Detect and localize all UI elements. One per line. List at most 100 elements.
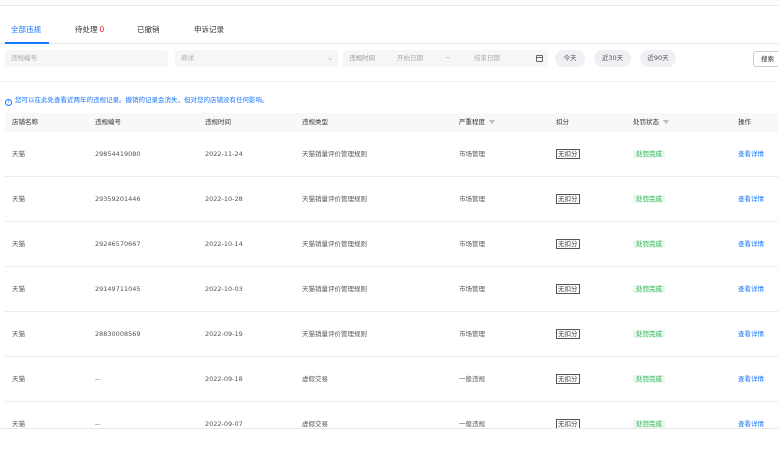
table-row: 天猫 29854419080 2022-11-24 天猫销量评价管理规则 市场管… (5, 132, 778, 177)
filter-divider (0, 81, 778, 82)
cell-severity: 市场管理 (459, 150, 485, 158)
calendar-icon (536, 55, 543, 62)
column-header-action: 操作 (738, 118, 751, 126)
table-row: 天猫 29359201446 2022-10-28 天猫销量评价管理规则 市场管… (5, 177, 778, 222)
time-range-label: 违规时间 (349, 54, 375, 62)
quick-90-days-button[interactable]: 近90天 (640, 50, 676, 67)
filter-bar: 违规编号 商详 ⌄ 违规时间 开始日期 ~ 结束日期 今天 近30天 近90天 … (0, 50, 778, 70)
view-details-link[interactable]: 查看详情 (738, 149, 764, 160)
table-row: 天猫 29246570667 2022-10-14 天猫销量评价管理规则 市场管… (5, 222, 778, 267)
quick-today-button[interactable]: 今天 (555, 50, 585, 67)
tab-label: 全部违规 (11, 25, 41, 34)
cell-violation-time: 2022-09-07 (205, 420, 243, 428)
cell-shop: 天猫 (12, 285, 25, 293)
cell-violation-time: 2022-09-18 (205, 375, 243, 383)
violation-table-body: 天猫 29854419080 2022-11-24 天猫销量评价管理规则 市场管… (5, 132, 778, 428)
top-divider (0, 5, 778, 6)
search-button[interactable]: 搜索 (753, 51, 778, 67)
cell-shop: 天猫 (12, 330, 25, 338)
chevron-down-icon: ⌄ (327, 54, 333, 62)
status-badge: 处罚完成 (633, 150, 665, 158)
column-header-points: 扣分 (556, 118, 569, 126)
points-tag: 无扣分 (556, 194, 580, 204)
view-details-link[interactable]: 查看详情 (738, 194, 764, 205)
violation-type-select[interactable]: 商详 ⌄ (175, 50, 338, 67)
cell-shop: 天猫 (12, 195, 25, 203)
cell-violation-type: 虚假交易 (302, 420, 328, 428)
column-header-violation-type: 违规类型 (302, 118, 328, 126)
view-details-link[interactable]: 查看详情 (738, 419, 764, 428)
active-tab-indicator (5, 42, 49, 44)
table-header: 店铺名称 违规编号 违规时间 违规类型 严重程度 扣分 处罚状态 操作 (5, 113, 778, 132)
points-tag: 无扣分 (556, 284, 580, 294)
tab-all-violations[interactable]: 全部违规 (11, 24, 41, 36)
header-label: 处罚状态 (633, 118, 659, 126)
status-badge: 处罚完成 (633, 240, 665, 248)
view-details-link[interactable]: 查看详情 (738, 374, 764, 385)
cell-severity: 市场管理 (459, 285, 485, 293)
tab-label: 已撤销 (137, 25, 160, 34)
violation-no-input[interactable]: 违规编号 (5, 50, 168, 67)
cell-violation-type: 天猫销量评价管理规则 (302, 150, 367, 158)
status-badge: 处罚完成 (633, 285, 665, 293)
cell-violation-type: 天猫销量评价管理规则 (302, 285, 367, 293)
pending-count-badge: 0 (99, 25, 105, 34)
cell-violation-no: 29359201446 (95, 195, 141, 203)
points-tag: 无扣分 (556, 329, 580, 339)
status-badge: 处罚完成 (633, 375, 665, 383)
cell-severity: 一般违规 (459, 420, 485, 428)
column-header-penalty-status[interactable]: 处罚状态 (633, 113, 669, 132)
points-tag: 无扣分 (556, 374, 580, 384)
header-label: 严重程度 (459, 118, 485, 126)
cell-violation-type: 虚假交易 (302, 375, 328, 383)
info-notice: i 您可以在此处查看近两年的违规记录。撤销的记录会消失，但对您的店铺没有任何影响。 (5, 94, 269, 106)
end-date-input[interactable]: 结束日期 (474, 50, 500, 67)
cell-violation-no: 29854419080 (95, 150, 141, 158)
column-header-violation-time: 违规时间 (205, 118, 231, 126)
cell-violation-no: 29246570667 (95, 240, 141, 248)
cell-violation-type: 天猫销量评价管理规则 (302, 195, 367, 203)
status-badge: 处罚完成 (633, 420, 665, 428)
points-tag: 无扣分 (556, 149, 580, 159)
filter-icon[interactable] (489, 120, 495, 124)
select-value: 商详 (181, 54, 194, 62)
table-row: 天猫 28830008569 2022-09-19 天猫销量评价管理规则 市场管… (5, 312, 778, 357)
cell-shop: 天猫 (12, 375, 25, 383)
column-header-violation-no: 违规编号 (95, 118, 121, 126)
cell-violation-no: 29149711045 (95, 285, 141, 293)
cell-severity: 市场管理 (459, 330, 485, 338)
tab-label: 待处理 (75, 25, 98, 34)
table-row: 天猫 29149711045 2022-10-03 天猫销量评价管理规则 市场管… (5, 267, 778, 312)
cell-violation-type: 天猫销量评价管理规则 (302, 240, 367, 248)
quick-30-days-button[interactable]: 近30天 (594, 50, 631, 67)
filter-icon[interactable] (663, 120, 669, 124)
violation-tabs: 全部违规 待处理 0 已撤销 申诉记录 (0, 24, 778, 44)
status-badge: 处罚完成 (633, 195, 665, 203)
cell-violation-no: -- (95, 375, 100, 383)
view-details-link[interactable]: 查看详情 (738, 239, 764, 250)
cell-violation-no: 28830008569 (95, 330, 141, 338)
view-details-link[interactable]: 查看详情 (738, 329, 764, 340)
column-header-severity[interactable]: 严重程度 (459, 113, 495, 132)
start-date-input[interactable]: 开始日期 (397, 50, 423, 67)
violation-time-range-picker[interactable]: 违规时间 开始日期 ~ 结束日期 (343, 50, 548, 67)
column-header-shop: 店铺名称 (12, 118, 38, 126)
tab-appeal-records[interactable]: 申诉记录 (194, 24, 224, 36)
cell-severity: 市场管理 (459, 240, 485, 248)
bottom-divider (0, 428, 778, 429)
tab-revoked[interactable]: 已撤销 (137, 24, 160, 36)
cell-violation-type: 天猫销量评价管理规则 (302, 330, 367, 338)
cell-severity: 一般违规 (459, 375, 485, 383)
points-tag: 无扣分 (556, 419, 580, 428)
cell-violation-time: 2022-09-19 (205, 330, 243, 338)
info-icon: i (5, 99, 12, 106)
cell-violation-time: 2022-10-14 (205, 240, 243, 248)
range-separator: ~ (445, 54, 451, 62)
notice-text: 您可以在此处查看近两年的违规记录。撤销的记录会消失，但对您的店铺没有任何影响。 (15, 96, 269, 104)
cell-shop: 天猫 (12, 150, 25, 158)
cell-severity: 市场管理 (459, 195, 485, 203)
view-details-link[interactable]: 查看详情 (738, 284, 764, 295)
table-row: 天猫 -- 2022-09-07 虚假交易 一般违规 无扣分 处罚完成 查看详情 (5, 402, 778, 428)
tab-pending[interactable]: 待处理 0 (75, 24, 104, 36)
cell-shop: 天猫 (12, 420, 25, 428)
